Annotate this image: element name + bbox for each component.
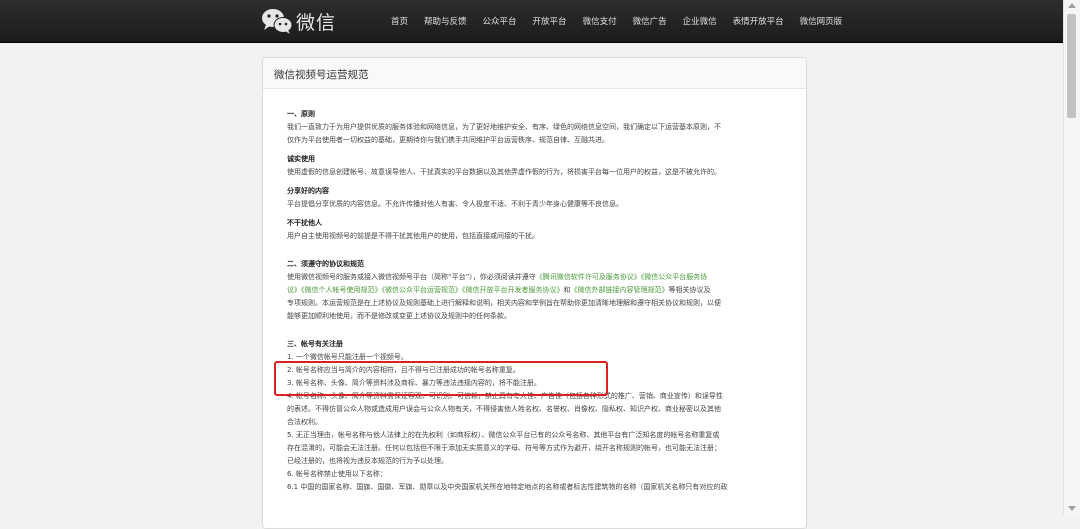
subheading: 诚实使用 [287, 155, 315, 163]
rule-item: 6.1 中国的国家名称、国旗、国徽、军旗、勋章以及中央国家机关所在地特定地点的名… [287, 483, 728, 491]
page-title: 微信视频号运营规范 [274, 69, 369, 81]
nav-item-help[interactable]: 帮助与反馈 [416, 15, 475, 27]
nav-item-open-platform[interactable]: 开放平台 [525, 15, 575, 27]
paragraph-text: 等相关协议及 [668, 286, 711, 294]
card-header: 微信视频号运营规范 [263, 58, 806, 89]
nav-item-wechat-pay[interactable]: 微信支付 [575, 15, 625, 27]
paragraph-line: 使用微信视频号的服务或接入微信视频号平台（简称“平台”），你必须阅读并遵守《腾讯… [287, 271, 783, 284]
agreement-link[interactable]: 议》《微信个人帐号使用规范》《微信公众平台运营规范》《微信开放平台开发者服务协议… [287, 286, 564, 294]
paragraph-line: 使用虚假的信息创建帐号、故意误导他人、干扰真实的平台数据以及其他弄虚作假的行为，… [287, 168, 721, 176]
nav-item-web-wechat[interactable]: 微信网页版 [792, 15, 851, 27]
article-body: 一、原则 我们一直致力于为用户提供优质的服务体验和网络信息，为了更好地维护安全、… [287, 108, 783, 494]
subheading: 分享好的内容 [287, 187, 329, 195]
nav-item-sticker-platform[interactable]: 表情开放平台 [725, 15, 792, 27]
rule-item: 已经注册的，也将视为违反本规范的行为予以处理。 [287, 457, 448, 465]
nav-item-wecom[interactable]: 企业微信 [675, 15, 725, 27]
scroll-up-arrow-icon[interactable] [1068, 3, 1076, 8]
paragraph-line: 用户自主使用视频号的前提是不得干扰其他用户的使用，包括直接或间接的干扰。 [287, 232, 539, 240]
section-heading: 三、帐号有关注册 [287, 340, 343, 348]
logo-text: 微信 [296, 11, 337, 34]
rule-item: 存在混淆的，可能会无法注册。任何以包括但不限于添加无实质意义的字母、符号等方式作… [287, 444, 721, 452]
section-heading: 二、须遵守的协议和规范 [287, 260, 364, 268]
nav-item-wechat-ads[interactable]: 微信广告 [625, 15, 675, 27]
scroll-down-arrow-icon[interactable] [1068, 506, 1076, 511]
paragraph-line: 仅作为平台使用者一切权益的基础，更期待你与我们携手共同维护平台运营秩序、规范自律… [287, 136, 609, 144]
scrollbar-thumb[interactable] [1067, 14, 1076, 118]
rule-item: 6. 帐号名称禁止使用以下名称： [287, 470, 387, 478]
highlight-annotation-box [274, 361, 608, 396]
main-nav: 首页 帮助与反馈 公众平台 开放平台 微信支付 微信广告 企业微信 表情开放平台… [383, 0, 850, 42]
agreement-link[interactable]: 《腾讯微信软件许可及服务协议》《微信公众平台服务协 [536, 273, 708, 281]
rule-item: 合法权利。 [287, 418, 322, 426]
paragraph-text: 和 [563, 286, 571, 294]
paragraph-text: 使用微信视频号的服务或接入微信视频号平台（简称“平台”），你必须阅读并遵守 [287, 273, 536, 281]
vertical-scrollbar[interactable] [1063, 0, 1080, 515]
paragraph-line: 我们一直致力于为用户提供优质的服务体验和网络信息，为了更好地维护安全、有序、绿色… [287, 123, 721, 131]
paragraph-line: 议》《微信个人帐号使用规范》《微信公众平台运营规范》《微信开放平台开发者服务协议… [287, 284, 783, 297]
nav-item-official-platform[interactable]: 公众平台 [475, 15, 525, 27]
wechat-logo-icon [262, 9, 293, 34]
content-card: 微信视频号运营规范 一、原则 我们一直致力于为用户提供优质的服务体验和网络信息，… [262, 57, 807, 529]
top-navigation-bar: 微信 首页 帮助与反馈 公众平台 开放平台 微信支付 微信广告 企业微信 表情开… [0, 0, 1064, 43]
nav-item-home[interactable]: 首页 [383, 15, 416, 27]
paragraph-line: 能够更加顺利地使用，而不是修改或变更上述协议及规则中的任何条款。 [287, 312, 511, 320]
paragraph-line: 专项规则。本运营规范是在上述协议及规则基础上进行解释和说明，相关内容和举例旨在帮… [287, 299, 721, 307]
wechat-logo[interactable]: 微信 [260, 6, 336, 36]
agreement-link[interactable]: 《微信外部链接内容管理规范》 [571, 286, 669, 294]
rule-item: 5. 无正当理由，帐号名称与他人法律上的在先权利（如商标权）、微信公众平台已有的… [287, 431, 720, 439]
rule-item: 的表述。不得仿冒公众人物或造成用户误会与公众人物有关，不得侵害他人姓名权、名誉权… [287, 405, 721, 413]
paragraph-line: 平台提倡分享优质的内容信息。不允许传播对他人有害、令人极度不适、不利于青少年身心… [287, 200, 623, 208]
section-heading: 一、原则 [287, 110, 315, 118]
subheading: 不干扰他人 [287, 219, 322, 227]
